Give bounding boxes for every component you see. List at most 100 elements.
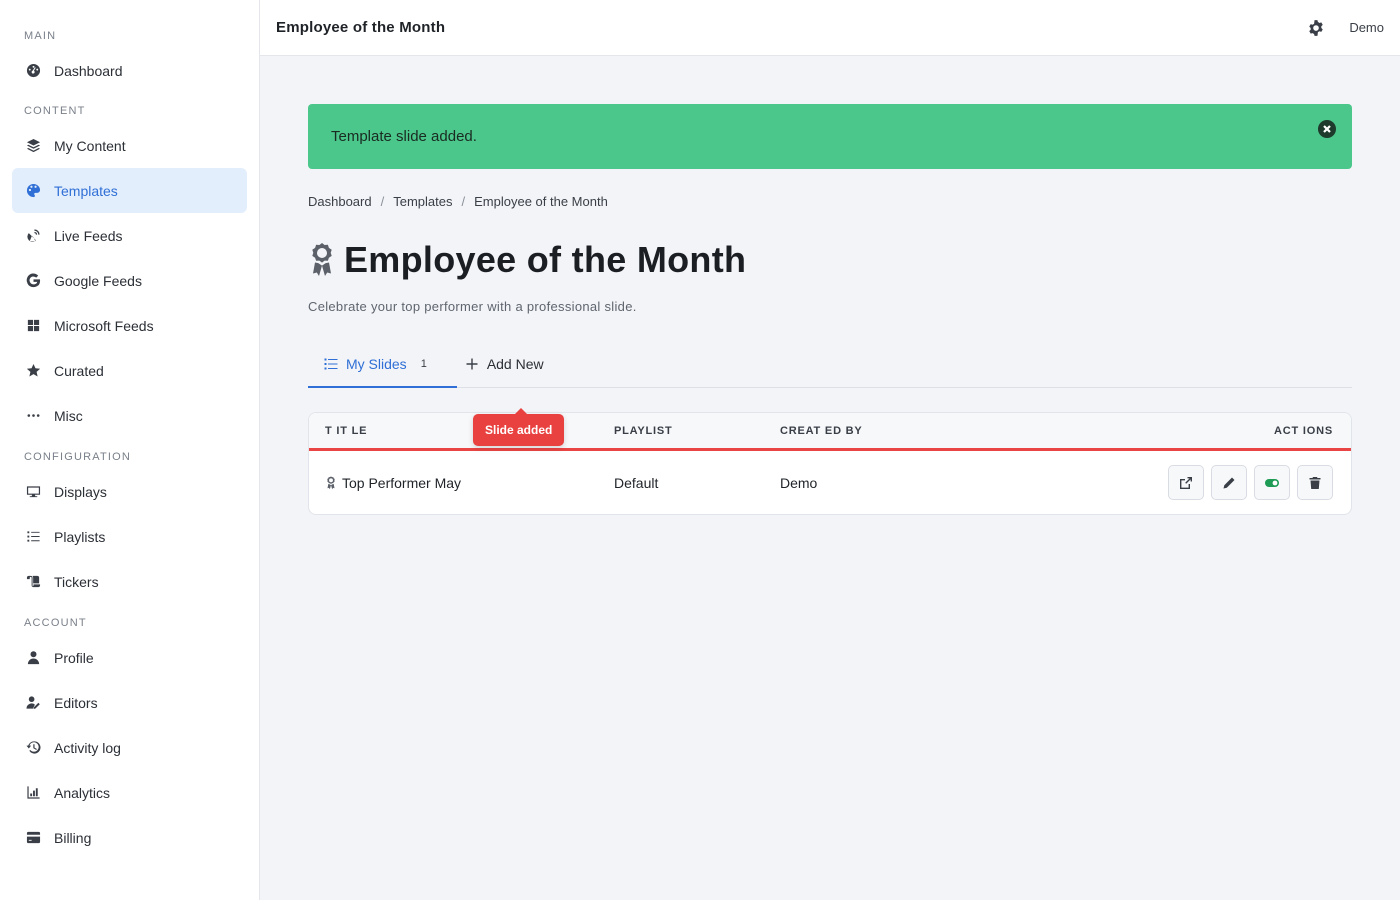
breadcrumb: Dashboard / Templates / Employee of the …: [308, 193, 1352, 209]
row-actions: [1131, 465, 1351, 500]
delete-button[interactable]: [1297, 465, 1333, 500]
sidebar-item-billing[interactable]: Billing: [12, 815, 247, 860]
sidebar-item-label: Misc: [54, 407, 83, 424]
windows-icon: [24, 317, 42, 335]
satellite-dish-icon: [24, 227, 42, 245]
google-icon: [24, 272, 42, 290]
open-external-button[interactable]: [1168, 465, 1204, 500]
breadcrumb-separator: /: [380, 193, 385, 209]
main-content: Template slide added. Dashboard / Templa…: [308, 104, 1352, 515]
external-link-icon: [1180, 476, 1192, 489]
column-header-created-by[interactable]: CREAT ED BY: [780, 425, 1131, 437]
edit-button[interactable]: [1211, 465, 1247, 500]
history-icon: [24, 739, 42, 757]
column-header-title[interactable]: T IT LE: [309, 425, 614, 437]
sidebar-item-label: Tickers: [54, 573, 99, 590]
sidebar-item-playlists[interactable]: Playlists: [12, 514, 247, 559]
sidebar-item-displays[interactable]: Displays: [12, 469, 247, 514]
sidebar-item-microsoft-feeds[interactable]: Microsoft Feeds: [12, 303, 247, 348]
breadcrumb-templates[interactable]: Templates: [393, 194, 452, 209]
tab-count-badge: 1: [420, 357, 427, 370]
toggle-active-button[interactable]: [1254, 465, 1290, 500]
tab-label: Add New: [486, 355, 544, 372]
sidebar-item-label: Microsoft Feeds: [54, 317, 154, 334]
sidebar-item-label: Templates: [54, 182, 118, 199]
award-icon: [325, 475, 337, 490]
slides-table: T IT LE PLAYLIST CREAT ED BY ACT IONS To…: [308, 412, 1352, 515]
sidebar-item-misc[interactable]: Misc: [12, 393, 247, 438]
sidebar-item-curated[interactable]: Curated: [12, 348, 247, 393]
sidebar-item-label: Google Feeds: [54, 272, 142, 289]
sidebar-item-analytics[interactable]: Analytics: [12, 770, 247, 815]
sidebar: MAIN Dashboard CONTENT My Content Templa…: [0, 0, 260, 900]
sidebar-item-templates[interactable]: Templates: [12, 168, 247, 213]
slide-title-cell: Top Performer May: [309, 475, 614, 491]
sidebar-item-label: Profile: [54, 649, 94, 666]
settings-gear-icon[interactable]: [1307, 19, 1325, 37]
sidebar-item-label: Displays: [54, 483, 107, 500]
sidebar-item-label: Billing: [54, 829, 92, 846]
user-icon: [24, 649, 42, 667]
success-alert: Template slide added.: [308, 104, 1352, 169]
slide-playlist: Default: [614, 474, 659, 491]
page-title: Employee of the Month: [344, 239, 747, 280]
breadcrumb-dashboard[interactable]: Dashboard: [308, 194, 372, 209]
page-title-row: Employee of the Month: [308, 237, 1352, 283]
layers-icon: [24, 137, 42, 155]
plus-icon: [465, 357, 479, 371]
breadcrumb-separator: /: [461, 193, 466, 209]
scroll-icon: [24, 573, 42, 591]
sidebar-item-dashboard[interactable]: Dashboard: [12, 48, 247, 93]
tab-my-slides[interactable]: My Slides 1: [308, 340, 457, 388]
table-header: T IT LE PLAYLIST CREAT ED BY ACT IONS: [309, 413, 1351, 451]
header-title: Employee of the Month: [276, 19, 446, 36]
slide-created-by: Demo: [780, 474, 818, 491]
sidebar-item-live-feeds[interactable]: Live Feeds: [12, 213, 247, 258]
slide-added-tooltip: Slide added: [473, 408, 565, 446]
credit-card-icon: [24, 829, 42, 847]
alert-message: Template slide added.: [331, 128, 477, 145]
sidebar-item-label: Curated: [54, 362, 104, 379]
tab-add-new[interactable]: Add New: [457, 340, 560, 387]
sidebar-item-label: Live Feeds: [54, 227, 123, 244]
top-bar: Employee of the Month Demo: [260, 0, 1400, 56]
table-row: Top Performer May Default Demo: [309, 451, 1351, 514]
tabs: My Slides 1 Add New: [308, 340, 1352, 388]
user-edit-icon: [24, 694, 42, 712]
column-header-playlist[interactable]: PLAYLIST: [614, 425, 780, 437]
palette-icon: [24, 182, 42, 200]
chart-icon: [24, 784, 42, 802]
sidebar-item-label: Analytics: [54, 784, 111, 801]
sidebar-item-label: Editors: [54, 694, 98, 711]
tab-label: My Slides: [346, 355, 407, 372]
sidebar-section-configuration: CONFIGURATION: [24, 451, 132, 463]
page-subtitle: Celebrate your top performer with a prof…: [308, 299, 637, 314]
sidebar-section-account: ACCOUNT: [24, 617, 87, 629]
sidebar-item-label: Dashboard: [54, 62, 123, 79]
sidebar-item-label: Activity log: [54, 739, 121, 756]
sidebar-item-my-content[interactable]: My Content: [12, 123, 247, 168]
monitor-icon: [24, 483, 42, 501]
star-icon: [24, 362, 42, 380]
column-header-actions: ACT IONS: [1274, 424, 1333, 437]
trash-icon: [1309, 476, 1321, 489]
list-icon: [24, 528, 42, 546]
award-icon: [308, 242, 336, 278]
sidebar-item-profile[interactable]: Profile: [12, 635, 247, 680]
list-icon: [324, 357, 338, 371]
ellipsis-icon: [24, 407, 42, 425]
breadcrumb-current: Employee of the Month: [474, 193, 608, 209]
user-menu[interactable]: Demo: [1349, 20, 1384, 35]
sidebar-item-label: My Content: [54, 137, 126, 154]
sidebar-item-tickers[interactable]: Tickers: [12, 559, 247, 604]
sidebar-item-editors[interactable]: Editors: [12, 680, 247, 725]
slide-title: Top Performer May: [342, 474, 462, 491]
pencil-icon: [1223, 477, 1235, 488]
dashboard-icon: [24, 62, 42, 80]
sidebar-item-google-feeds[interactable]: Google Feeds: [12, 258, 247, 303]
alert-close-icon[interactable]: [1318, 120, 1336, 138]
sidebar-item-activity-log[interactable]: Activity log: [12, 725, 247, 770]
sidebar-item-label: Playlists: [54, 528, 106, 545]
toggle-on-icon: [1265, 478, 1279, 487]
sidebar-section-content: CONTENT: [24, 105, 86, 117]
